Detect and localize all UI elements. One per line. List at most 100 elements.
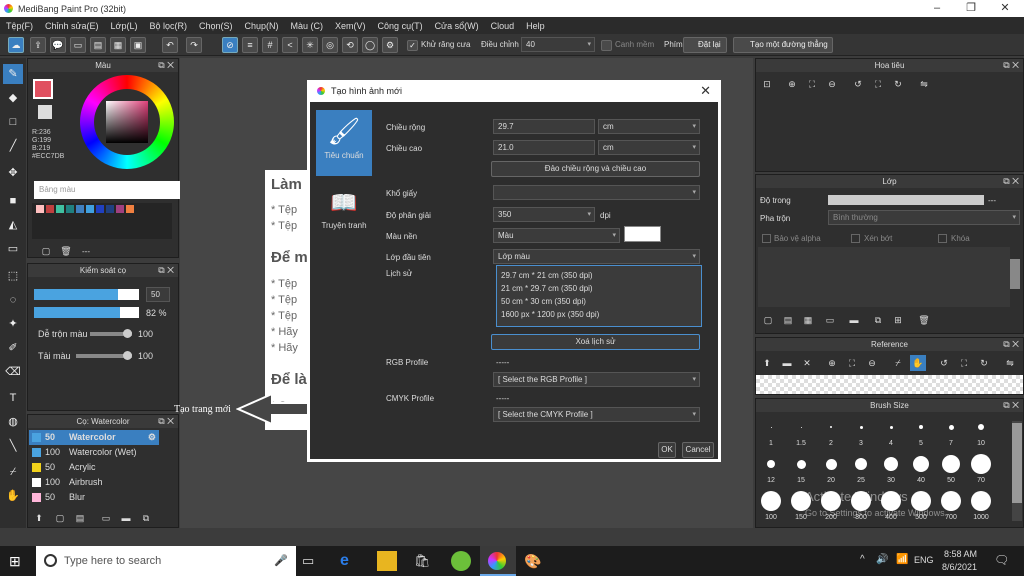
nav-zoom-out-icon[interactable]: ⊖ xyxy=(824,76,840,92)
brush-size-dot[interactable] xyxy=(913,456,929,472)
balloon-tool-icon[interactable]: ◍ xyxy=(3,412,23,432)
taskbar-search[interactable]: Type here to search 🎤 xyxy=(36,546,296,576)
notification-icon[interactable]: 🗨 xyxy=(994,553,1009,567)
page-icon[interactable]: ▤ xyxy=(90,37,106,53)
select-eraser-tool-icon[interactable]: ⌫ xyxy=(3,362,23,382)
text-tool-icon[interactable]: T xyxy=(3,388,23,408)
new-8bit-layer-icon[interactable]: ▦ xyxy=(800,312,816,328)
reset-button[interactable]: Đặt lại xyxy=(683,37,727,53)
cross-snap-icon[interactable]: # xyxy=(262,37,278,53)
line-tool-icon[interactable]: ╱ xyxy=(3,136,23,156)
nav-zoom-fit-icon[interactable]: ⊡ xyxy=(759,76,775,92)
paint-app-icon[interactable]: 🎨 xyxy=(524,551,544,571)
ref-open-icon[interactable]: ▬ xyxy=(779,355,795,371)
layer-list[interactable] xyxy=(758,247,1010,307)
adjust-value-select[interactable]: 40 ▾ xyxy=(521,37,595,52)
dialog-close-button[interactable]: ✕ xyxy=(700,80,711,102)
straight-line-button[interactable]: Tạo một đường thẳng xyxy=(733,37,833,53)
brush-item[interactable]: 100 Airbrush xyxy=(29,475,159,490)
select-pen-tool-icon[interactable]: ✐ xyxy=(3,338,23,358)
divide-tool-icon[interactable]: ╲ xyxy=(3,436,23,456)
brush-size-scrollbar[interactable] xyxy=(1012,421,1022,521)
brush-size-dot[interactable] xyxy=(919,425,923,429)
select-tool-icon[interactable]: ⬚ xyxy=(3,266,23,286)
brush-size-dot[interactable] xyxy=(796,459,806,469)
redo-icon[interactable]: ↷ xyxy=(186,37,202,53)
ref-add-icon[interactable]: ⬆ xyxy=(759,355,775,371)
close-window-button[interactable]: ✕ xyxy=(988,0,1022,17)
brush-size-dot[interactable] xyxy=(942,455,960,473)
menu-color[interactable]: Màu (C) xyxy=(291,21,324,31)
paper-size-select[interactable]: ▾ xyxy=(493,185,700,200)
ref-actual-size-icon[interactable]: ⛶ xyxy=(844,355,860,371)
upload-icon[interactable]: ⇪ xyxy=(30,37,46,53)
parallel-snap-icon[interactable]: ≡ xyxy=(242,37,258,53)
reference-canvas[interactable] xyxy=(756,375,1023,394)
protect-alpha-checkbox[interactable] xyxy=(762,234,771,243)
width-input[interactable]: 29.7 xyxy=(493,119,595,134)
ref-fit-icon[interactable]: ⛶ xyxy=(956,355,972,371)
nav-rotate-left-icon[interactable]: ↺ xyxy=(850,76,866,92)
background-color-swatch[interactable] xyxy=(624,226,661,242)
cmyk-profile-select[interactable]: [ Select the CMYK Profile ] ▾ xyxy=(493,407,700,422)
brush-folder-icon[interactable]: ▬ xyxy=(118,510,134,526)
height-input[interactable]: 21.0 xyxy=(493,140,595,155)
menu-select[interactable]: Chọn(S) xyxy=(199,21,233,31)
menu-help[interactable]: Help xyxy=(526,21,545,31)
brush-size-dot[interactable] xyxy=(889,425,893,429)
history-item[interactable]: 1600 px * 1200 px (350 dpi) xyxy=(501,308,697,321)
new-halftone-layer-icon[interactable]: ▤ xyxy=(780,312,796,328)
menu-edit[interactable]: Chỉnh sửa(E) xyxy=(45,21,99,31)
ref-eyedropper-icon[interactable]: ⌿ xyxy=(890,355,906,371)
palette-area[interactable] xyxy=(32,203,172,239)
brush-item[interactable]: 50 Watercolor ⚙ xyxy=(29,430,159,445)
brush-size-dot[interactable] xyxy=(884,457,898,471)
clock-date[interactable]: 8/6/2021 xyxy=(942,562,977,572)
eyedropper-tool-icon[interactable]: ⌿ xyxy=(3,462,23,482)
layer-duplicate-icon[interactable]: ⧉ xyxy=(870,312,886,328)
brush-size-dot[interactable] xyxy=(770,426,772,428)
nav-zoom-in-icon[interactable]: ⊕ xyxy=(784,76,800,92)
nav-flip-icon[interactable]: ⇋ xyxy=(916,76,932,92)
vanish-snap-icon[interactable]: < xyxy=(282,37,298,53)
brush-size-dot[interactable] xyxy=(761,491,781,511)
rgb-profile-select[interactable]: [ Select the RGB Profile ] ▾ xyxy=(493,372,700,387)
primary-color-swatch[interactable] xyxy=(33,79,53,99)
ref-flip-icon[interactable]: ⇋ xyxy=(1002,355,1018,371)
rect-tool-icon[interactable]: □ xyxy=(3,112,23,132)
cloud-icon[interactable]: ☁ xyxy=(8,37,24,53)
settings-gear-icon[interactable]: ⚙ xyxy=(382,37,398,53)
undo-icon[interactable]: ↶ xyxy=(162,37,178,53)
file-explorer-icon[interactable] xyxy=(377,551,397,571)
history-item[interactable]: 21 cm * 29.7 cm (350 dpi) xyxy=(501,282,697,295)
language-indicator[interactable]: ENG xyxy=(914,555,934,565)
store-icon[interactable]: 🛍 xyxy=(414,551,434,571)
antialias-checkbox[interactable]: ✓ xyxy=(407,40,418,51)
brush-menu-icon[interactable]: ▤ xyxy=(72,510,88,526)
palette-add-icon[interactable]: ▢ xyxy=(38,243,54,259)
hand-tool-icon[interactable]: ✋ xyxy=(3,486,23,506)
brush-size-dot[interactable] xyxy=(800,426,802,428)
clipping-checkbox[interactable] xyxy=(851,234,860,243)
brush-size-slider[interactable] xyxy=(34,289,139,300)
history-list[interactable]: 29.7 cm * 21 cm (350 dpi) 21 cm * 29.7 c… xyxy=(496,265,702,327)
menu-window[interactable]: Cửa sổ(W) xyxy=(435,21,479,31)
brush-size-dot[interactable] xyxy=(971,491,991,511)
ref-zoom-in-icon[interactable]: ⊕ xyxy=(824,355,840,371)
cancel-button[interactable]: Cancel xyxy=(682,442,714,458)
lock-checkbox[interactable] xyxy=(938,234,947,243)
width-unit-select[interactable]: cm ▾ xyxy=(598,119,700,134)
brush-tool-icon[interactable]: ✎ xyxy=(3,64,23,84)
magic-wand-tool-icon[interactable]: ✦ xyxy=(3,314,23,334)
brush-size-value[interactable]: 50 xyxy=(146,287,170,302)
minimize-button[interactable]: – xyxy=(920,0,954,17)
ref-rotate-left-icon[interactable]: ↺ xyxy=(936,355,952,371)
ellipse-snap-icon[interactable]: ◯ xyxy=(362,37,378,53)
new-layer-icon[interactable]: ▢ xyxy=(760,312,776,328)
menu-layer[interactable]: Lớp(L) xyxy=(111,21,138,31)
ref-hand-icon[interactable]: ✋ xyxy=(910,355,926,371)
brush-item[interactable]: 50 Acrylic xyxy=(29,460,159,475)
history-item[interactable]: 29.7 cm * 21 cm (350 dpi) xyxy=(501,269,697,282)
lasso-tool-icon[interactable]: ◌ xyxy=(3,290,23,310)
nav-fit-icon[interactable]: ⛶ xyxy=(870,76,886,92)
